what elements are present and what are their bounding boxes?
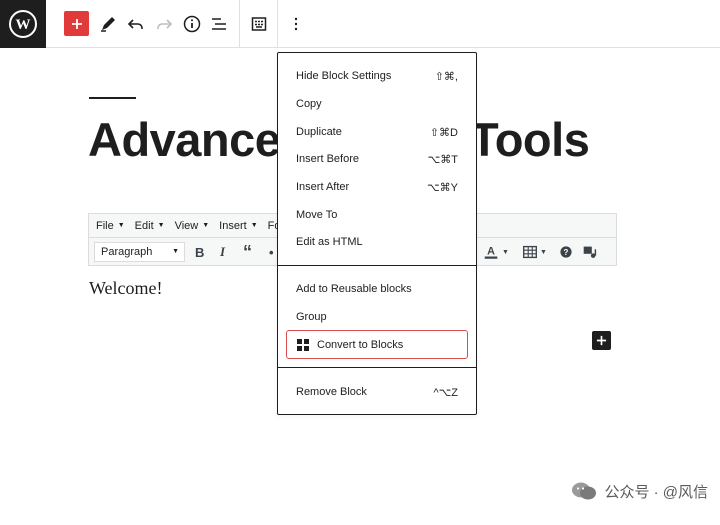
format-select[interactable]: Paragraph▼ xyxy=(94,242,185,262)
menu-item-group[interactable]: Group xyxy=(278,304,476,330)
undo-icon[interactable] xyxy=(122,10,150,38)
menu-item-add-to-reusable[interactable]: Add to Reusable blocks xyxy=(278,276,476,302)
menu-item-move-to[interactable]: Move To xyxy=(278,202,476,228)
classic-block-icon[interactable] xyxy=(245,10,273,38)
menu-item-hide-block-settings[interactable]: Hide Block Settings⇧⌘, xyxy=(278,63,476,89)
toolbar-divider xyxy=(277,0,278,48)
watermark: 公众号 · @风信 xyxy=(570,480,708,502)
pencil-icon[interactable] xyxy=(94,10,122,38)
menu-item-convert-to-blocks[interactable]: Convert to Blocks xyxy=(286,330,468,359)
media-icon[interactable] xyxy=(581,243,599,261)
post-title-end[interactable]: Tools xyxy=(470,112,589,167)
blocks-icon xyxy=(297,339,309,351)
toolbar-divider xyxy=(239,0,240,48)
italic-button[interactable]: I xyxy=(220,243,225,261)
bold-button[interactable]: B xyxy=(195,243,204,261)
menu-item-insert-before[interactable]: Insert Before⌥⌘T xyxy=(278,146,476,172)
wordpress-icon[interactable]: W xyxy=(0,0,46,48)
block-options-menu: Hide Block Settings⇧⌘, Copy Duplicate⇧⌘D… xyxy=(277,52,477,415)
menu-view[interactable]: View▼ xyxy=(175,220,210,232)
watermark-text: 公众号 · @风信 xyxy=(604,481,708,502)
blockquote-button[interactable]: “ xyxy=(243,243,252,261)
more-vertical-icon[interactable] xyxy=(282,10,310,38)
plus-icon[interactable] xyxy=(592,331,611,350)
help-icon[interactable]: ? xyxy=(558,243,574,261)
info-icon[interactable] xyxy=(178,10,206,38)
redo-icon[interactable] xyxy=(150,10,178,38)
text-color-icon[interactable]: A xyxy=(482,243,500,261)
menu-insert[interactable]: Insert▼ xyxy=(219,220,257,232)
menu-item-edit-as-html[interactable]: Edit as HTML xyxy=(278,229,476,255)
bullet-list-button[interactable]: • xyxy=(269,243,274,261)
menu-item-insert-after[interactable]: Insert After⌥⌘Y xyxy=(278,174,476,200)
svg-text:W: W xyxy=(16,17,31,33)
menu-item-copy[interactable]: Copy xyxy=(278,91,476,117)
top-toolbar: W xyxy=(0,0,720,48)
menu-file[interactable]: File▼ xyxy=(96,220,125,232)
menu-divider xyxy=(278,265,476,266)
chevron-down-icon[interactable]: ▼ xyxy=(502,243,509,261)
title-separator xyxy=(89,97,136,99)
menu-edit[interactable]: Edit▼ xyxy=(135,220,165,232)
wechat-icon xyxy=(570,480,598,502)
svg-text:?: ? xyxy=(564,248,569,257)
menu-divider xyxy=(278,367,476,368)
table-icon[interactable] xyxy=(521,243,539,261)
post-title[interactable]: Advance xyxy=(88,112,280,167)
add-block-button[interactable] xyxy=(64,11,89,36)
svg-text:A: A xyxy=(487,246,495,258)
menu-item-duplicate[interactable]: Duplicate⇧⌘D xyxy=(278,119,476,145)
chevron-down-icon[interactable]: ▼ xyxy=(540,243,547,261)
list-view-icon[interactable] xyxy=(205,10,233,38)
paragraph-block[interactable]: Welcome! xyxy=(89,278,163,299)
menu-item-remove-block[interactable]: Remove Block^⌥Z xyxy=(278,379,476,405)
